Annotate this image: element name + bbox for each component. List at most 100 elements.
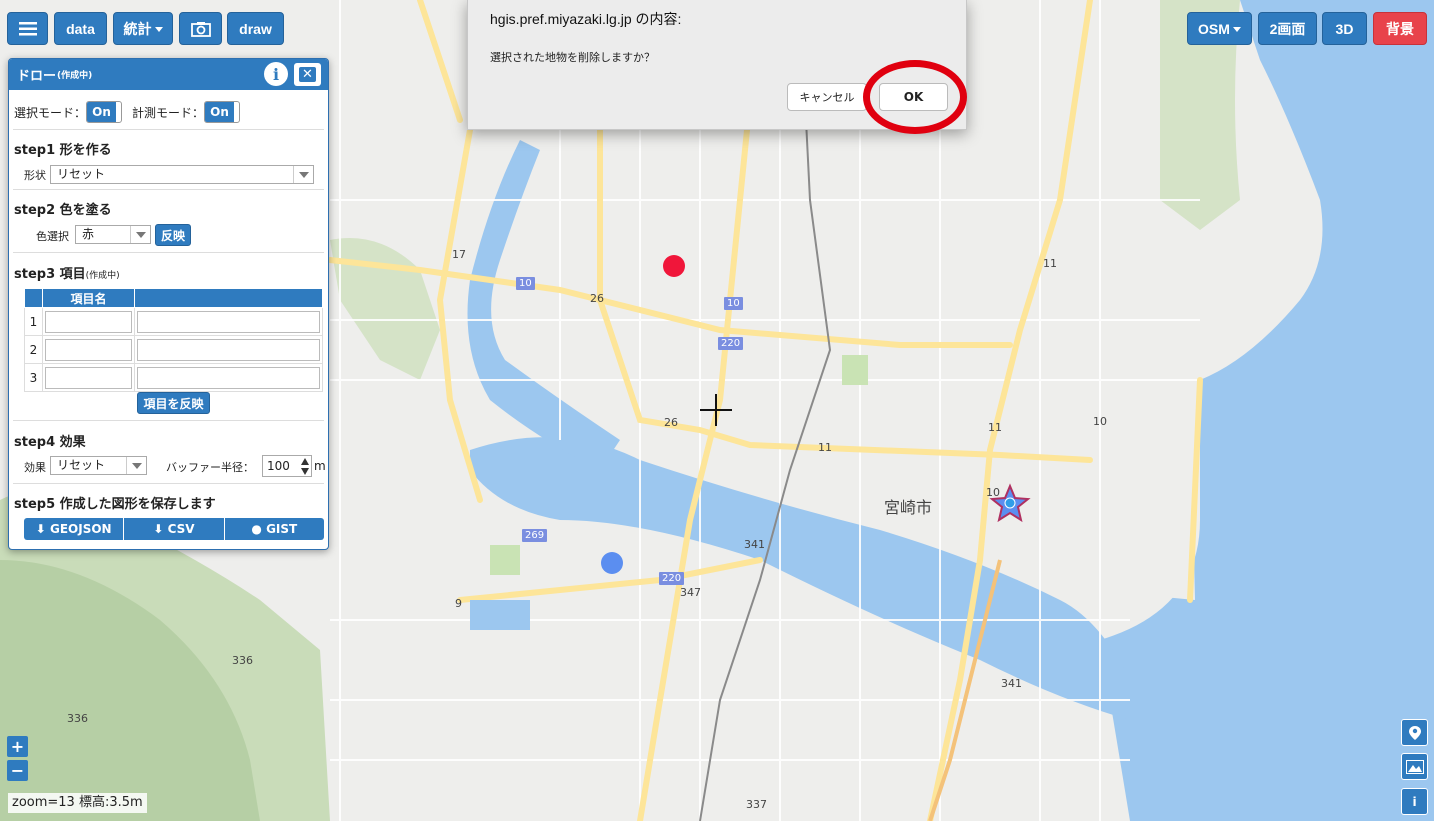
buffer-radius-input[interactable]: 100 [262,455,312,477]
draw-button[interactable]: draw [227,12,284,45]
divider [13,129,324,130]
items-table: 項目名 1 2 3 [24,288,323,392]
split-screen-label: 2画面 [1269,20,1306,37]
select-mode-toggle[interactable]: On [86,101,122,123]
items-table-header: 項目名 [24,288,323,308]
close-icon: ✕ [299,67,316,82]
terrain-button[interactable] [1401,753,1428,780]
draw-panel-header[interactable]: ドロー (作成中) i ✕ [9,59,328,90]
stats-button-label: 統計 [123,20,152,37]
road-number-label: 17 [452,248,466,261]
road-shield: 220 [718,337,744,350]
draw-panel: ドロー (作成中) i ✕ 選択モード： On 計測モード： On step1 形… [8,58,329,550]
geojson-label: GEOJSON [49,522,112,536]
effect-select[interactable]: リセット [50,456,147,475]
shape-select-value: リセット [57,167,106,181]
menu-button[interactable] [7,12,48,45]
item-name-header: 項目名 [42,288,135,308]
info-icon[interactable]: i [264,62,288,86]
step5-title: step5 作成した図形を保存します [14,497,216,512]
road-number-label: 11 [818,441,832,454]
step2-title: step2 色を塗る [14,203,112,218]
info-icon: i [1412,794,1417,809]
effect-select-value: リセット [57,458,106,472]
close-button[interactable]: ✕ [294,63,321,86]
road-number-label: 11 [988,421,1002,434]
divider [13,252,324,253]
row-number: 2 [24,335,43,364]
csv-label: CSV [167,522,195,536]
dialog-message: 選択された地物を削除しますか？ [490,51,655,64]
item-value-input[interactable] [137,366,320,389]
screenshot-button[interactable] [179,12,222,45]
zoom-in-label: + [10,737,25,756]
zoom-status: zoom=13 標高:3.5m [8,793,147,813]
background-button[interactable]: 背景 [1373,12,1427,45]
chevron-down-icon [130,226,150,243]
effect-label: 効果 [24,461,46,474]
apply-color-button[interactable]: 反映 [155,224,191,246]
osm-button[interactable]: OSM [1187,12,1252,45]
cancel-button[interactable]: キャンセル [787,83,867,111]
apply-items-button[interactable]: 項目を反映 [137,392,210,414]
3d-button[interactable]: 3D [1322,12,1367,45]
table-row: 2 [24,335,323,364]
step4-title: step4 効果 [14,435,86,450]
color-select[interactable]: 赤 [75,225,151,244]
shape-select[interactable]: リセット [50,165,314,184]
divider [13,189,324,190]
item-value-header [134,288,323,308]
item-value-cell [134,363,323,392]
item-name-cell [42,335,135,364]
map-pin-icon [1408,725,1421,740]
osm-button-label: OSM [1198,20,1230,37]
road-number-label: 26 [590,292,604,305]
step3-title-note: (作成中) [85,271,120,281]
chevron-down-icon [293,166,313,183]
zoom-in-button[interactable]: + [7,736,28,757]
apply-items-label: 項目を反映 [143,396,204,411]
item-name-input[interactable] [45,310,132,333]
save-csv-button[interactable]: ⬇ CSV [124,518,225,540]
save-geojson-button[interactable]: ⬇ GEOJSON [24,518,125,540]
buffer-radius-value: 100 [267,459,290,473]
location-button[interactable] [1401,719,1428,746]
split-screen-button[interactable]: 2画面 [1258,12,1317,45]
road-number-label: 336 [232,654,253,667]
mountain-icon [1405,759,1424,774]
row-number: 3 [24,363,43,392]
select-mode-label: 選択モード： [14,106,87,120]
spin-down-icon[interactable] [300,467,310,476]
stats-button[interactable]: 統計 [113,12,173,45]
road-shield: 220 [659,572,685,585]
road-number-label: 26 [664,416,678,429]
measure-mode-toggle[interactable]: On [204,101,240,123]
item-value-input[interactable] [137,310,320,333]
measure-mode-state: On [205,102,234,122]
shape-label: 形状 [24,169,46,182]
road-number-label: 10 [986,486,1000,499]
zoom-out-button[interactable]: − [7,760,28,781]
road-number-label: 9 [455,597,462,610]
zoom-out-label: − [10,761,25,780]
spin-up-icon[interactable] [300,457,310,466]
measure-mode-label: 計測モード： [132,106,205,120]
item-name-input[interactable] [45,366,132,389]
item-name-cell [42,363,135,392]
item-value-cell [134,335,323,364]
item-name-input[interactable] [45,338,132,361]
highlight-circle [863,60,967,134]
road-number-label: 341 [1001,677,1022,690]
info-button[interactable]: i [1401,788,1428,815]
divider [13,483,324,484]
data-button[interactable]: data [54,12,107,45]
step1-title: step1 形を作る [14,143,112,158]
color-select-value: 赤 [82,227,95,241]
road-number-label: 341 [744,538,765,551]
save-gist-button[interactable]: ● GIST [224,518,324,540]
road-shield: 10 [724,297,743,310]
road-shield: 269 [522,529,548,542]
step3-title: step3 項目(作成中) [14,263,120,282]
item-value-input[interactable] [137,338,320,361]
road-number-label: 11 [1043,257,1057,270]
